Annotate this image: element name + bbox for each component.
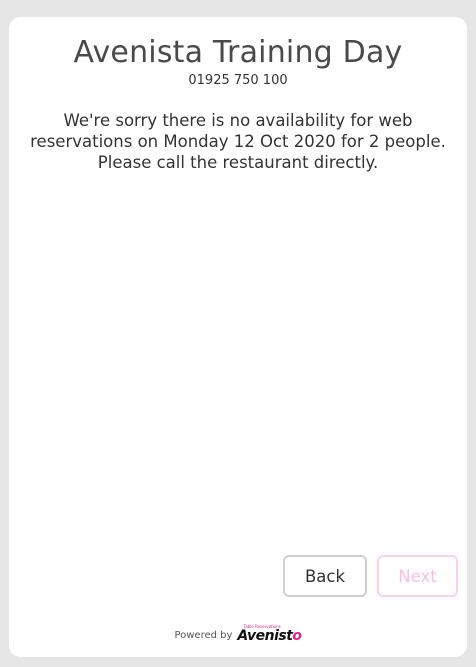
restaurant-name: Avenista Training Day <box>73 35 403 70</box>
next-button[interactable]: Next <box>377 555 458 597</box>
logo-wordmark: Avenisto <box>237 628 302 644</box>
no-availability-message: We're sorry there is no availability for… <box>30 111 446 172</box>
booking-card: Avenista Training Day 01925 750 100 We'r… <box>9 17 467 657</box>
back-button[interactable]: Back <box>283 555 367 597</box>
logo-tagline: Table Reservations <box>243 624 281 629</box>
powered-by-footer: Powered by Table Reservations Avenisto <box>9 624 467 645</box>
avenista-logo[interactable]: Table Reservations Avenisto <box>237 624 302 645</box>
powered-by-text: Powered by <box>174 629 233 641</box>
restaurant-phone: 01925 750 100 <box>188 73 288 88</box>
